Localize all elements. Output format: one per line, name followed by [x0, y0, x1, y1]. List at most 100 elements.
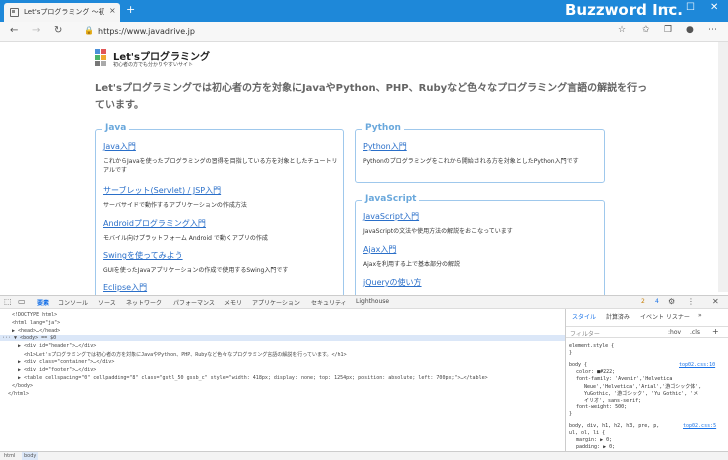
close-devtools-icon[interactable]: ✕ [712, 297, 719, 306]
dom-line[interactable]: </body> [12, 383, 33, 389]
site-logo[interactable]: Let'sプログラミング 初心者の方でも分かりやすいサイト [95, 47, 235, 69]
javascript-section: JavaScript JavaScript入門 JavaScriptの文法や使用… [355, 194, 605, 300]
dom-line-selected[interactable]: ··· ▼ <body> == $0 [0, 335, 565, 341]
dom-line[interactable]: ▶ <div id="footer">…</div> [18, 367, 96, 373]
ajax-link[interactable]: Ajax入門 [363, 244, 460, 255]
breadcrumb: html body [0, 451, 728, 460]
new-tab-button[interactable]: + [126, 3, 135, 16]
cls-button[interactable]: .cls [690, 329, 700, 336]
android-link[interactable]: Androidプログラミング入門 [103, 218, 268, 229]
stylesheet-link[interactable]: top02.css:10 [679, 362, 715, 368]
hov-button[interactable]: :hov [668, 329, 681, 336]
style-line: font-weight: 500; [576, 404, 628, 410]
java-section: Java Java入門 これからJavaを使ったプログラミングの習得を目指してい… [95, 123, 344, 299]
style-line: padding: ▶ 0; [576, 444, 616, 450]
jquery-link[interactable]: jQueryの使い方 [363, 277, 422, 288]
style-line: } [569, 411, 573, 417]
gear-icon[interactable]: ⚙ [668, 297, 675, 306]
favorites-icon[interactable]: ✩ [642, 25, 650, 35]
dom-line[interactable]: ▶ <head>…</head> [12, 328, 60, 334]
tab-styles[interactable]: スタイル [572, 312, 596, 321]
add-rule-button[interactable]: + [712, 327, 719, 336]
list-item: JavaScript入門 JavaScriptの文法や使用方法の解説をおこなって… [363, 211, 513, 236]
address-bar[interactable]: 🔒 https://www.javadrive.jp [84, 25, 604, 39]
tab-elements[interactable]: 要素 [37, 298, 49, 307]
logo-tagline: 初心者の方でも分かりやすいサイト [113, 62, 194, 68]
logo-icon [95, 49, 100, 54]
python-intro-link[interactable]: Python入門 [363, 141, 601, 152]
breadcrumb-html[interactable]: html [4, 453, 15, 459]
page-heading: Let'sプログラミングでは初心者の方を対象にJavaやPython、PHP、R… [95, 83, 648, 111]
more-options-icon[interactable]: ⋮ [687, 297, 695, 306]
style-line: font-family: 'Avenir','Helvetica [576, 376, 673, 382]
dom-line[interactable]: <h1>Let'sプログラミングでは初心者の方を対象にJavaやPython、P… [24, 351, 347, 358]
item-description: これからJavaを使ったプログラミングの習得を目指している方を対象としたチュート… [103, 158, 338, 174]
logo-square [95, 55, 100, 60]
close-tab-icon[interactable]: × [109, 6, 116, 15]
browser-tab[interactable]: Let'sプログラミング ～初心者の方も分 × [4, 3, 120, 22]
minimize-icon[interactable]: — [664, 2, 674, 13]
collections-icon[interactable]: ❐ [664, 25, 672, 35]
java-intro-link[interactable]: Java入門 [103, 141, 339, 152]
style-line: Neue','Helvetica','Arial','游ゴシック体', [584, 384, 702, 390]
maximize-icon[interactable]: ☐ [686, 2, 695, 13]
tab-application[interactable]: アプリケーション [252, 298, 300, 307]
style-line: YuGothic, '游ゴシック', 'Yu Gothic', 'メ [584, 391, 699, 397]
tab-network[interactable]: ネットワーク [126, 298, 162, 307]
stylesheet-link[interactable]: top02.css:5 [683, 423, 716, 429]
page-scrollbar[interactable] [718, 42, 728, 292]
list-item: Ajax入門 Ajaxを利用する上で基本部分の解説 [363, 244, 460, 269]
reload-icon[interactable]: ↻ [54, 25, 62, 36]
dom-line[interactable]: <!DOCTYPE html> [12, 312, 57, 318]
style-line: body, div, h1, h2, h3, pre, p, [569, 423, 660, 429]
style-line: color: ■#222; [576, 369, 616, 375]
more-tabs-icon[interactable]: » [698, 312, 702, 319]
java-section-title: Java [102, 123, 130, 133]
item-description: サーバサイドで動作するアプリケーションの作成方法 [103, 202, 247, 209]
list-item: サーブレット(Servlet) / JSP入門 サーバサイドで動作するアプリケー… [103, 185, 247, 210]
item-description: GUIを使ったJavaアプリケーションの作成で使用するSwing入門です [103, 267, 289, 274]
style-line: ul, ol, li { [569, 430, 606, 436]
logo-square [101, 61, 106, 66]
eclipse-link[interactable]: Eclipse入門 [103, 282, 147, 293]
filter-input[interactable]: フィルター [570, 329, 600, 338]
tab-console[interactable]: コンソール [58, 298, 88, 307]
dom-line[interactable]: </html> [8, 391, 29, 397]
swing-link[interactable]: Swingを使ってみよう [103, 250, 288, 261]
tab-memory[interactable]: メモリ [224, 298, 242, 307]
dom-line[interactable]: ▶ <div class="container">…</div> [18, 359, 114, 365]
tab-title: Let'sプログラミング ～初心者の方も分 [24, 8, 104, 16]
back-icon[interactable]: ← [10, 25, 18, 36]
logo-square [95, 61, 100, 66]
breadcrumb-body[interactable]: body [22, 452, 39, 460]
close-window-icon[interactable]: ✕ [710, 2, 718, 13]
profile-avatar-icon[interactable]: ● [686, 25, 694, 35]
device-toggle-icon[interactable]: ▭ [18, 297, 26, 306]
list-item: jQueryの使い方 [363, 277, 422, 288]
tab-performance[interactable]: パフォーマンス [173, 298, 215, 307]
inspect-icon[interactable]: ⬚ [4, 297, 12, 306]
elements-panel: <!DOCTYPE html> <html lang="ja"> ▶ <head… [0, 309, 565, 451]
favorite-star-icon[interactable]: ☆ [618, 25, 626, 35]
logo-square [101, 55, 106, 60]
tab-computed[interactable]: 計算済み [606, 312, 630, 321]
tab-security[interactable]: セキュリティ [311, 298, 347, 307]
tab-sources[interactable]: ソース [98, 298, 116, 307]
lock-icon: 🔒 [84, 26, 94, 35]
forward-icon[interactable]: → [32, 25, 40, 36]
servlet-jsp-link[interactable]: サーブレット(Servlet) / JSP入門 [103, 185, 247, 196]
warning-count[interactable]: 2 [641, 298, 645, 305]
list-item: Java入門 これからJavaを使ったプログラミングの習得を目指している方を対象… [103, 141, 339, 175]
dom-line[interactable]: ▶ <table cellspacing="0" cellpadding="8"… [18, 375, 488, 381]
item-description: JavaScriptの文法や使用方法の解説をおこなっています [363, 228, 513, 235]
more-menu-icon[interactable]: ⋯ [708, 25, 717, 35]
devtools-toolbar: ⬚ ▭ 要素 コンソール ソース ネットワーク パフォーマンス メモリ アプリケ… [0, 295, 728, 309]
dom-line[interactable]: <html lang="ja"> [12, 320, 60, 326]
javascript-intro-link[interactable]: JavaScript入門 [363, 211, 513, 222]
tab-event-listeners[interactable]: イベント リスナー [640, 312, 690, 321]
info-count[interactable]: 4 [655, 298, 659, 305]
list-item: Androidプログラミング入門 モバイル向けプラットフォーム Android … [103, 218, 268, 243]
dom-line[interactable]: ▶ <div id="header">…</div> [18, 343, 96, 349]
tab-lighthouse[interactable]: Lighthouse [356, 298, 389, 305]
style-line: margin: ▶ 0; [576, 437, 613, 443]
